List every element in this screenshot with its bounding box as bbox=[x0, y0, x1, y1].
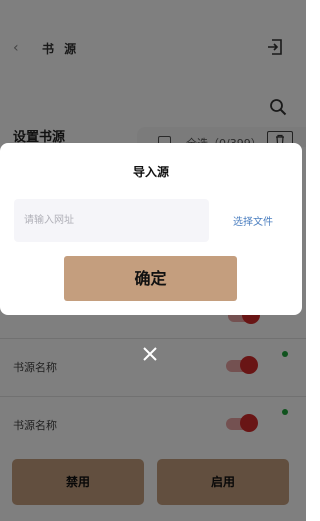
dialog-title: 导入源 bbox=[132, 165, 169, 179]
import-source-dialog: 导入源 选择文件 确定 bbox=[0, 143, 302, 315]
confirm-button[interactable]: 确定 bbox=[64, 256, 237, 301]
close-icon[interactable] bbox=[141, 345, 159, 363]
choose-file-link[interactable]: 选择文件 bbox=[233, 213, 273, 228]
url-input[interactable] bbox=[14, 199, 209, 242]
